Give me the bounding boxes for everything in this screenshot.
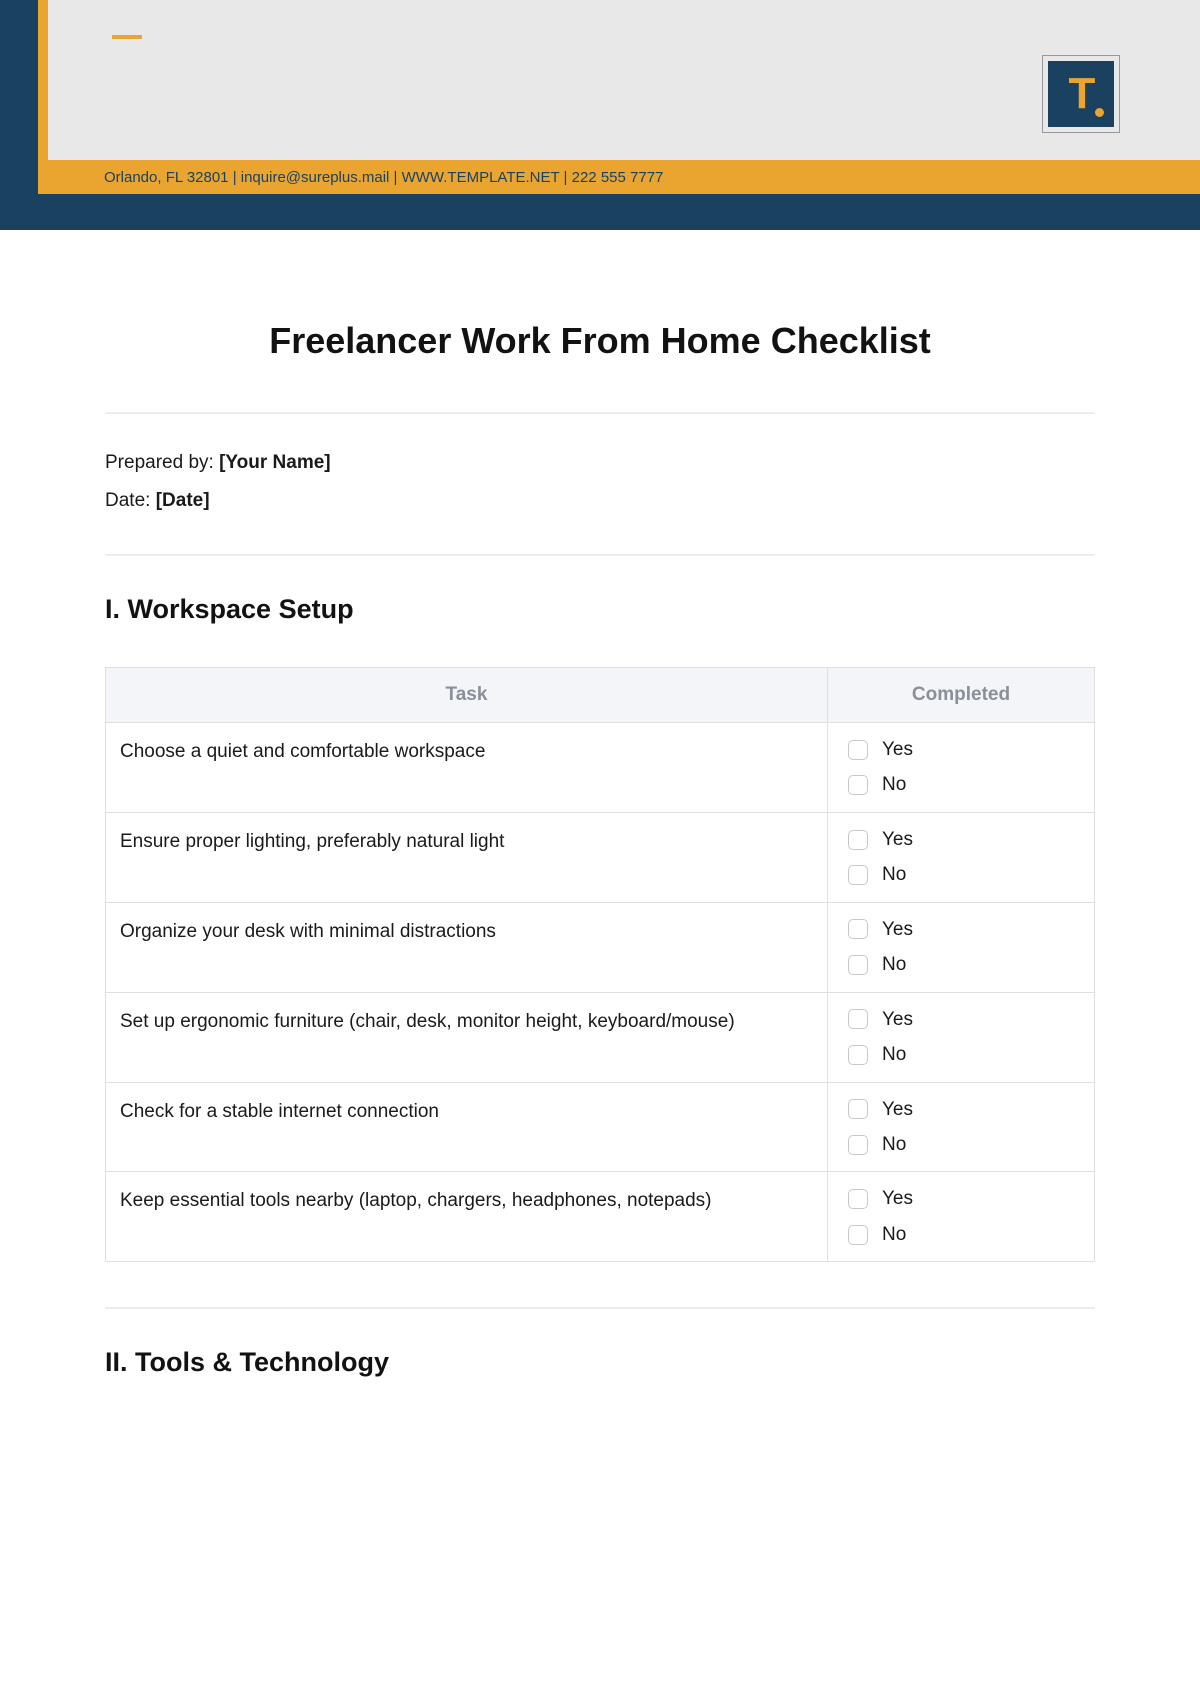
contact-text: Orlando, FL 32801 | inquire@sureplus.mai… (104, 169, 663, 186)
date-row: Date: [Date] (105, 490, 1095, 512)
completed-cell: Yes No (827, 902, 1094, 992)
checkbox-label-no: No (882, 950, 906, 979)
check-option-no: No (848, 860, 1074, 889)
header-bottom-band (0, 194, 1200, 230)
checkbox-yes[interactable] (848, 740, 868, 760)
task-cell: Keep essential tools nearby (laptop, cha… (106, 1172, 828, 1262)
prepared-by-value: [Your Name] (219, 452, 331, 473)
checkbox-no[interactable] (848, 1135, 868, 1155)
page-title: Freelancer Work From Home Checklist (105, 320, 1095, 362)
checkbox-label-no: No (882, 1220, 906, 1249)
checkbox-no[interactable] (848, 1045, 868, 1065)
contact-bar: Orlando, FL 32801 | inquire@sureplus.mai… (48, 160, 1200, 194)
task-cell: Ensure proper lighting, preferably natur… (106, 812, 828, 902)
task-cell: Organize your desk with minimal distract… (106, 902, 828, 992)
checkbox-label-yes: Yes (882, 825, 913, 854)
completed-cell: Yes No (827, 992, 1094, 1082)
checkbox-label-yes: Yes (882, 1005, 913, 1034)
task-cell: Set up ergonomic furniture (chair, desk,… (106, 992, 828, 1082)
date-value: [Date] (156, 490, 210, 511)
checkbox-yes[interactable] (848, 919, 868, 939)
checkbox-yes[interactable] (848, 1009, 868, 1029)
check-option-yes: Yes (848, 825, 1074, 854)
logo-inner: T (1048, 61, 1114, 127)
checkbox-no[interactable] (848, 955, 868, 975)
checkbox-yes[interactable] (848, 1099, 868, 1119)
check-option-yes: Yes (848, 1095, 1074, 1124)
check-option-no: No (848, 770, 1074, 799)
checkbox-label-yes: Yes (882, 915, 913, 944)
completed-cell: Yes No (827, 812, 1094, 902)
completed-cell: Yes No (827, 1172, 1094, 1262)
logo-letter: T (1069, 69, 1094, 119)
document-header: T Orlando, FL 32801 | inquire@sureplus.m… (0, 0, 1200, 230)
checkbox-no[interactable] (848, 775, 868, 795)
prepared-by-row: Prepared by: [Your Name] (105, 452, 1095, 474)
checkbox-label-yes: Yes (882, 735, 913, 764)
column-header-task: Task (106, 668, 828, 723)
task-cell: Choose a quiet and comfortable workspace (106, 723, 828, 813)
divider (105, 412, 1095, 414)
logo-dot-icon (1095, 108, 1104, 117)
table-row: Ensure proper lighting, preferably natur… (106, 812, 1095, 902)
header-top-tick (112, 35, 142, 39)
table-row: Keep essential tools nearby (laptop, cha… (106, 1172, 1095, 1262)
section-title-2: II. Tools & Technology (105, 1347, 1095, 1378)
checkbox-yes[interactable] (848, 830, 868, 850)
check-option-yes: Yes (848, 1005, 1074, 1034)
column-header-completed: Completed (827, 668, 1094, 723)
check-option-yes: Yes (848, 735, 1074, 764)
table-row: Set up ergonomic furniture (chair, desk,… (106, 992, 1095, 1082)
checkbox-no[interactable] (848, 1225, 868, 1245)
check-option-yes: Yes (848, 915, 1074, 944)
check-option-no: No (848, 1220, 1074, 1249)
table-row: Choose a quiet and comfortable workspace… (106, 723, 1095, 813)
checkbox-label-yes: Yes (882, 1184, 913, 1213)
workspace-setup-table: Task Completed Choose a quiet and comfor… (105, 667, 1095, 1262)
divider (105, 1307, 1095, 1309)
table-row: Check for a stable internet connectionYe… (106, 1082, 1095, 1172)
checkbox-label-yes: Yes (882, 1095, 913, 1124)
check-option-no: No (848, 1040, 1074, 1069)
check-option-no: No (848, 1130, 1074, 1159)
check-option-no: No (848, 950, 1074, 979)
task-cell: Check for a stable internet connection (106, 1082, 828, 1172)
completed-cell: Yes No (827, 1082, 1094, 1172)
logo: T (1042, 55, 1120, 133)
checkbox-no[interactable] (848, 865, 868, 885)
check-option-yes: Yes (848, 1184, 1074, 1213)
section-title-1: I. Workspace Setup (105, 594, 1095, 625)
checkbox-label-no: No (882, 860, 906, 889)
checkbox-yes[interactable] (848, 1189, 868, 1209)
completed-cell: Yes No (827, 723, 1094, 813)
checkbox-label-no: No (882, 1130, 906, 1159)
table-row: Organize your desk with minimal distract… (106, 902, 1095, 992)
checkbox-label-no: No (882, 770, 906, 799)
divider (105, 554, 1095, 556)
checkbox-label-no: No (882, 1040, 906, 1069)
document-body: Freelancer Work From Home Checklist Prep… (0, 230, 1200, 1460)
prepared-by-label: Prepared by: (105, 452, 219, 473)
date-label: Date: (105, 490, 156, 511)
